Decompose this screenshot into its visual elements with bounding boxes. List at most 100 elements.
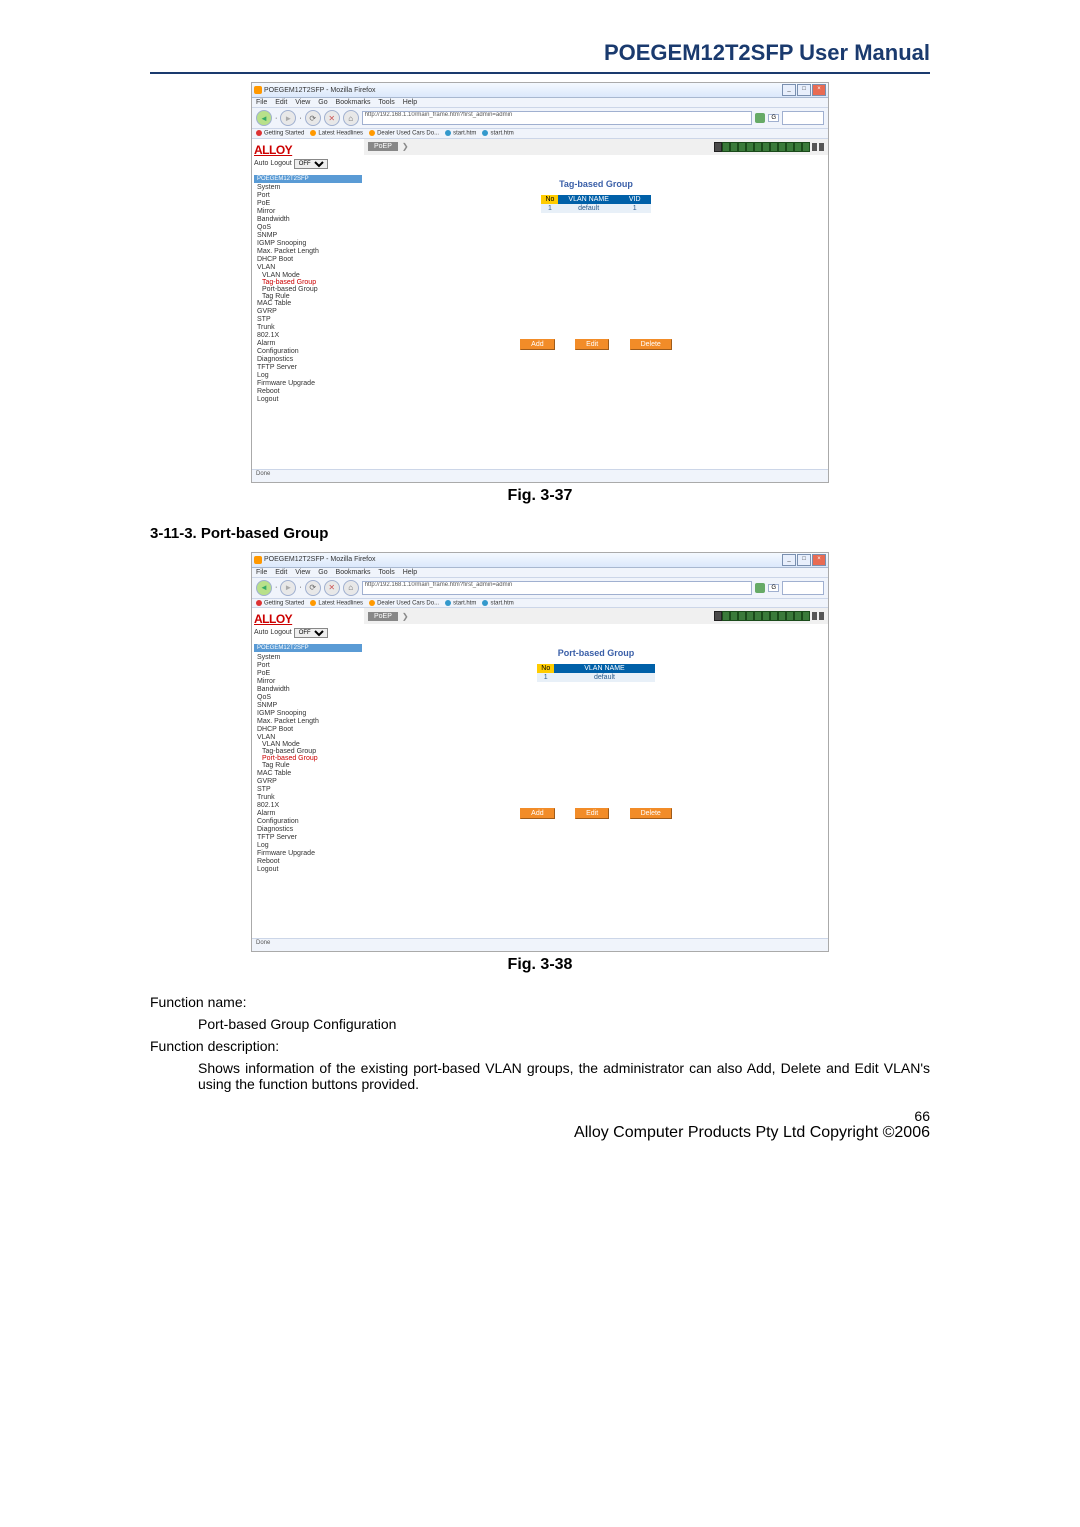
bookmark-start2[interactable]: start.htm	[482, 600, 513, 607]
edit-button[interactable]: Edit	[575, 808, 609, 819]
bookmark-start2[interactable]: start.htm	[482, 130, 513, 137]
nav-qos[interactable]: QoS	[254, 693, 362, 701]
menu-go[interactable]: Go	[318, 99, 327, 106]
nav-mac-table[interactable]: MAC Table	[254, 769, 362, 777]
nav-trunk[interactable]: Trunk	[254, 324, 362, 332]
search-engine-select[interactable]: G	[768, 114, 779, 122]
home-button[interactable]: ⌂	[343, 580, 359, 596]
menu-file[interactable]: File	[256, 99, 267, 106]
close-button[interactable]: ×	[812, 554, 826, 566]
nav-gvrp[interactable]: GVRP	[254, 777, 362, 785]
nav-poe[interactable]: PoE	[254, 669, 362, 677]
nav-poe[interactable]: PoE	[254, 200, 362, 208]
nav-system[interactable]: System	[254, 653, 362, 661]
menu-bookmarks[interactable]: Bookmarks	[336, 569, 371, 576]
menu-edit[interactable]: Edit	[275, 99, 287, 106]
nav-dhcp[interactable]: DHCP Boot	[254, 725, 362, 733]
nav-tftp[interactable]: TFTP Server	[254, 364, 362, 372]
delete-button[interactable]: Delete	[630, 339, 672, 350]
back-button[interactable]: ◄	[256, 110, 272, 126]
nav-port-based-group[interactable]: Port-based Group	[254, 286, 362, 293]
back-button[interactable]: ◄	[256, 580, 272, 596]
nav-igmp[interactable]: IGMP Snooping	[254, 240, 362, 248]
menu-view[interactable]: View	[295, 99, 310, 106]
nav-mirror[interactable]: Mirror	[254, 208, 362, 216]
menu-tools[interactable]: Tools	[378, 569, 394, 576]
close-button[interactable]: ×	[812, 84, 826, 96]
nav-port[interactable]: Port	[254, 661, 362, 669]
menu-go[interactable]: Go	[318, 569, 327, 576]
nav-snmp[interactable]: SNMP	[254, 701, 362, 709]
forward-button[interactable]: ►	[280, 580, 296, 596]
stop-button[interactable]: ✕	[324, 580, 340, 596]
nav-system[interactable]: System	[254, 184, 362, 192]
url-input[interactable]: http://192.168.1.10/main_frame.htm?first…	[362, 581, 753, 595]
minimize-button[interactable]: _	[782, 554, 796, 566]
nav-8021x[interactable]: 802.1X	[254, 332, 362, 340]
nav-8021x[interactable]: 802.1X	[254, 801, 362, 809]
nav-tag-based-group[interactable]: Tag-based Group	[254, 279, 362, 286]
bookmark-getting-started[interactable]: Getting Started	[256, 600, 304, 607]
nav-port[interactable]: Port	[254, 192, 362, 200]
menu-view[interactable]: View	[295, 569, 310, 576]
menu-tools[interactable]: Tools	[378, 99, 394, 106]
nav-firmware[interactable]: Firmware Upgrade	[254, 380, 362, 388]
menu-file[interactable]: File	[256, 569, 267, 576]
nav-qos[interactable]: QoS	[254, 224, 362, 232]
auto-logout-select[interactable]: OFF	[294, 159, 328, 169]
nav-vlan-mode[interactable]: VLAN Mode	[254, 272, 362, 279]
nav-reboot[interactable]: Reboot	[254, 857, 362, 865]
nav-snmp[interactable]: SNMP	[254, 232, 362, 240]
nav-trunk[interactable]: Trunk	[254, 793, 362, 801]
search-input[interactable]	[782, 111, 824, 125]
nav-stp[interactable]: STP	[254, 316, 362, 324]
url-input[interactable]: http://192.168.1.10/main_frame.htm?first…	[362, 111, 753, 125]
stop-button[interactable]: ✕	[324, 110, 340, 126]
nav-log[interactable]: Log	[254, 841, 362, 849]
edit-button[interactable]: Edit	[575, 339, 609, 350]
nav-gvrp[interactable]: GVRP	[254, 308, 362, 316]
nav-maxpkt[interactable]: Max. Packet Length	[254, 248, 362, 256]
nav-config[interactable]: Configuration	[254, 348, 362, 356]
nav-vlan-mode[interactable]: VLAN Mode	[254, 741, 362, 748]
add-button[interactable]: Add	[520, 808, 554, 819]
nav-tag-based-group[interactable]: Tag-based Group	[254, 748, 362, 755]
bookmark-headlines[interactable]: Latest Headlines	[310, 600, 363, 607]
nav-maxpkt[interactable]: Max. Packet Length	[254, 717, 362, 725]
bookmark-headlines[interactable]: Latest Headlines	[310, 130, 363, 137]
table-row[interactable]: 1 default 1	[541, 204, 650, 213]
nav-tag-rule[interactable]: Tag Rule	[254, 762, 362, 769]
nav-vlan[interactable]: VLAN	[254, 264, 362, 272]
nav-alarm[interactable]: Alarm	[254, 809, 362, 817]
nav-diag[interactable]: Diagnostics	[254, 356, 362, 364]
nav-tftp[interactable]: TFTP Server	[254, 833, 362, 841]
nav-log[interactable]: Log	[254, 372, 362, 380]
menu-bookmarks[interactable]: Bookmarks	[336, 99, 371, 106]
menu-help[interactable]: Help	[403, 569, 417, 576]
search-input[interactable]	[782, 581, 824, 595]
nav-logout[interactable]: Logout	[254, 865, 362, 873]
forward-button[interactable]: ►	[280, 110, 296, 126]
reload-button[interactable]: ⟳	[305, 110, 321, 126]
bookmark-start1[interactable]: start.htm	[445, 130, 476, 137]
bookmark-dealer[interactable]: Dealer Used Cars Do...	[369, 130, 439, 137]
nav-dhcp[interactable]: DHCP Boot	[254, 256, 362, 264]
search-engine-select[interactable]: G	[768, 584, 779, 592]
nav-config[interactable]: Configuration	[254, 817, 362, 825]
nav-diag[interactable]: Diagnostics	[254, 825, 362, 833]
minimize-button[interactable]: _	[782, 84, 796, 96]
auto-logout-select[interactable]: OFF	[294, 628, 328, 638]
go-button[interactable]	[755, 583, 765, 593]
menu-edit[interactable]: Edit	[275, 569, 287, 576]
maximize-button[interactable]: □	[797, 84, 811, 96]
nav-mac-table[interactable]: MAC Table	[254, 300, 362, 308]
bookmark-getting-started[interactable]: Getting Started	[256, 130, 304, 137]
nav-port-based-group[interactable]: Port-based Group	[254, 755, 362, 762]
nav-mirror[interactable]: Mirror	[254, 677, 362, 685]
nav-alarm[interactable]: Alarm	[254, 340, 362, 348]
nav-bandwidth[interactable]: Bandwidth	[254, 685, 362, 693]
go-button[interactable]	[755, 113, 765, 123]
bookmark-dealer[interactable]: Dealer Used Cars Do...	[369, 600, 439, 607]
nav-firmware[interactable]: Firmware Upgrade	[254, 849, 362, 857]
add-button[interactable]: Add	[520, 339, 554, 350]
